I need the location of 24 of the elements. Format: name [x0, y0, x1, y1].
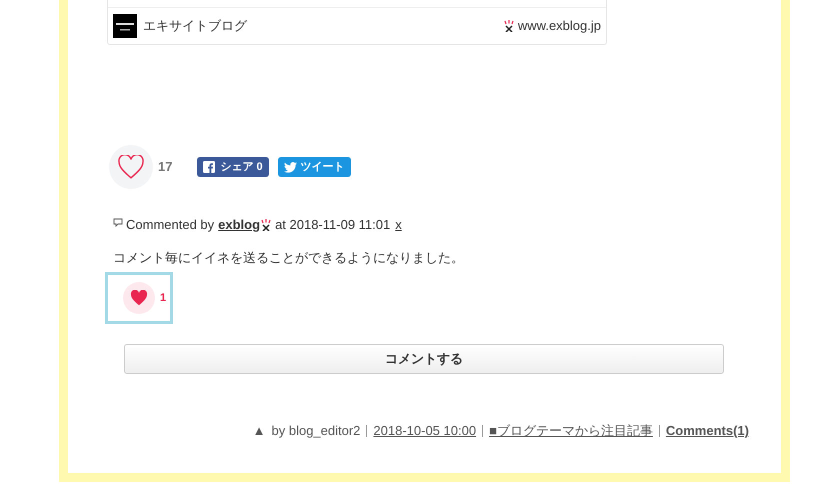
like-button[interactable]: [109, 145, 153, 189]
logo-icon: [113, 14, 137, 38]
delete-link[interactable]: x: [395, 215, 402, 234]
comment-button[interactable]: コメントする: [124, 344, 724, 374]
theme-link[interactable]: ■ブログテーマから注目記事: [489, 421, 653, 440]
comment-meta: Commented by: [126, 216, 214, 234]
site-url: www.exblog.jp: [518, 17, 601, 36]
site-name: エキサイトブログ: [143, 17, 247, 36]
bird-icon: [284, 162, 297, 172]
comment-text: コメント毎にイイネを送ることができるようになりました。: [113, 248, 465, 266]
exblog-icon: [502, 20, 515, 32]
comments-link[interactable]: Comments(1): [666, 421, 749, 440]
post-author: by blog_editor2: [272, 422, 360, 440]
author-link[interactable]: exblog: [218, 215, 260, 234]
top-arrow[interactable]: ▲: [252, 421, 266, 440]
share-button[interactable]: シェア 0: [197, 157, 269, 177]
facebook-icon: [203, 161, 216, 173]
comment-icon: [113, 218, 123, 228]
comment-time: at 2018-11-09 11:01: [275, 216, 390, 234]
date-link[interactable]: 2018-10-05 10:00: [373, 421, 476, 440]
comment-like-count: 1: [160, 290, 166, 306]
exblog-icon: [260, 218, 272, 230]
like-count: 17: [158, 158, 172, 176]
comment-like[interactable]: 1: [105, 272, 173, 324]
